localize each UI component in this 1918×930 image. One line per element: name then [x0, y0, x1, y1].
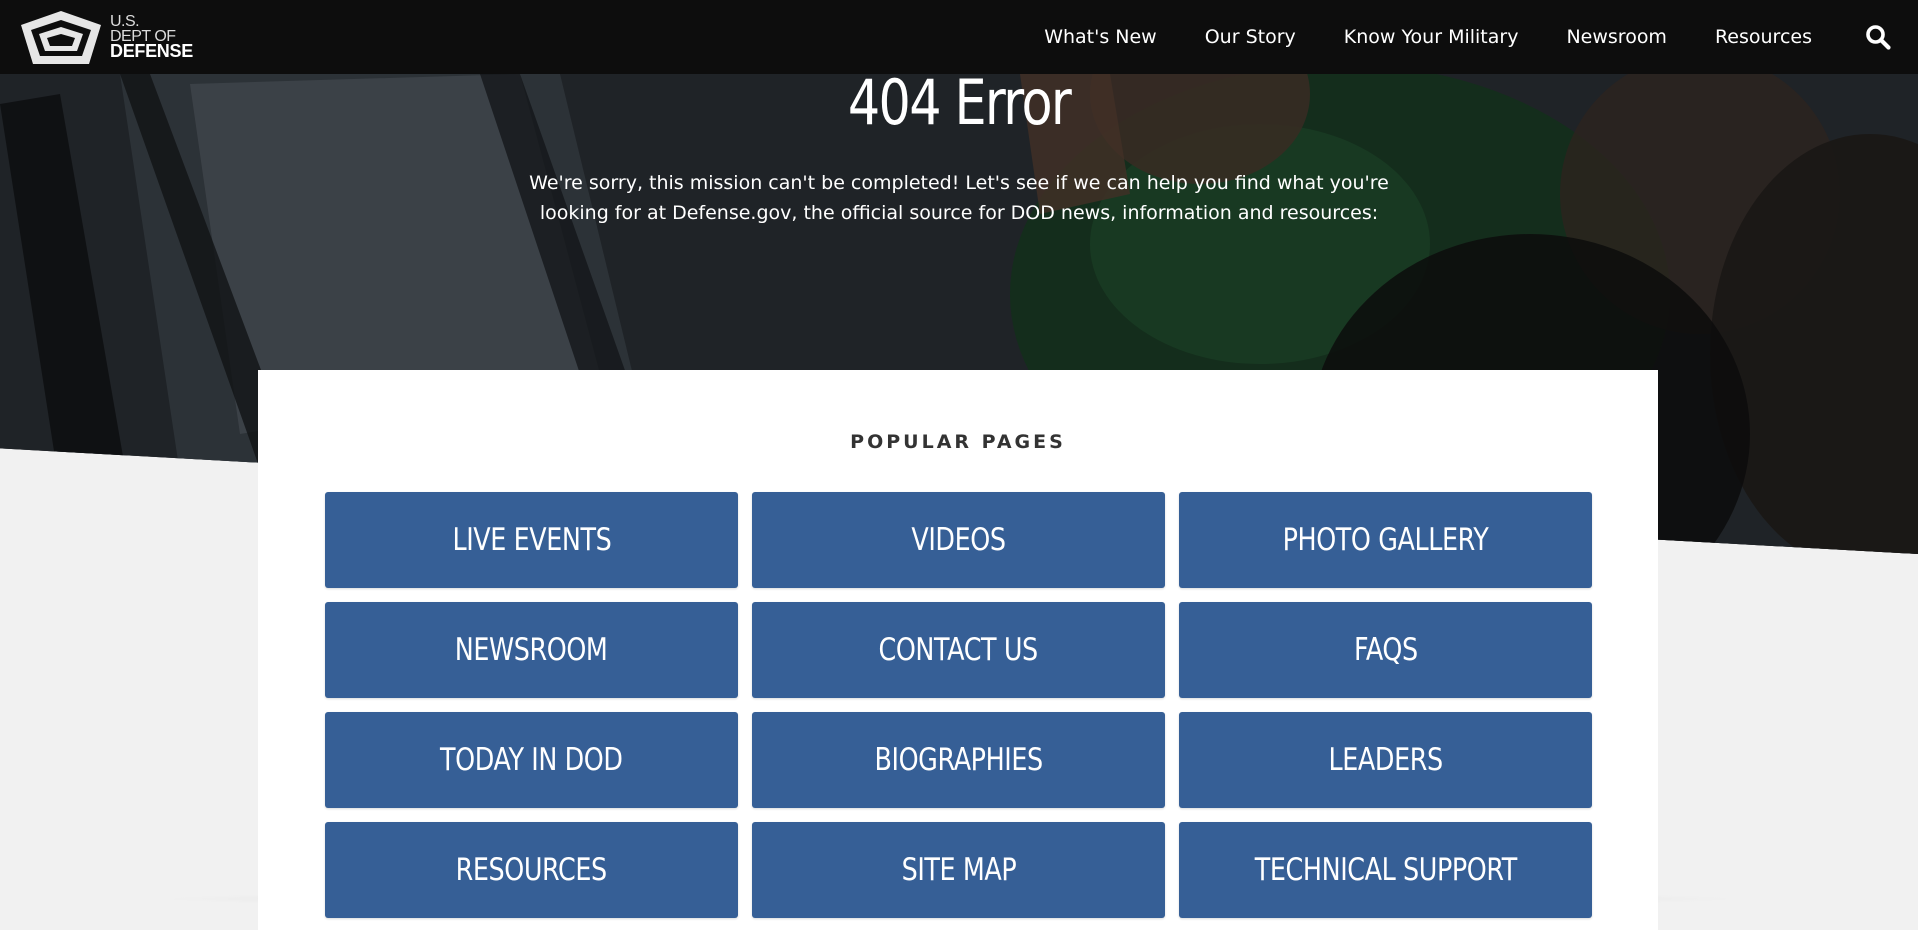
- logo-line-3: DEFENSE: [110, 41, 193, 61]
- main-nav: What's New Our Story Know Your Military …: [1044, 0, 1918, 74]
- tile-label: VIDEOS: [911, 522, 1006, 558]
- tile-label: CONTACT US: [878, 632, 1039, 668]
- link-photo-gallery[interactable]: PHOTO GALLERY: [1179, 492, 1592, 588]
- link-technical-support[interactable]: TECHNICAL SUPPORT: [1179, 822, 1592, 918]
- link-contact-us[interactable]: CONTACT US: [752, 602, 1165, 698]
- logo-text: U.S. DEPT OF DEFENSE: [110, 13, 193, 61]
- popular-pages-grid: LIVE EVENTS VIDEOS PHOTO GALLERY NEWSROO…: [325, 492, 1593, 918]
- pentagon-icon: [21, 11, 101, 64]
- link-biographies[interactable]: BIOGRAPHIES: [752, 712, 1165, 808]
- nav-resources[interactable]: Resources: [1715, 26, 1812, 48]
- nav-our-story[interactable]: Our Story: [1205, 26, 1296, 48]
- popular-pages-heading: POPULAR PAGES: [850, 431, 1066, 453]
- popular-pages-card: POPULAR PAGES LIVE EVENTS VIDEOS PHOTO G…: [258, 370, 1658, 930]
- link-faqs[interactable]: FAQS: [1179, 602, 1592, 698]
- search-button[interactable]: [1862, 21, 1894, 53]
- tile-label: RESOURCES: [455, 852, 608, 888]
- tile-label: BIOGRAPHIES: [874, 742, 1043, 778]
- search-icon: [1866, 25, 1891, 50]
- error-message: We're sorry, this mission can't be compl…: [529, 172, 1389, 224]
- site-header: U.S. DEPT OF DEFENSE What's New Our Stor…: [0, 0, 1918, 74]
- tile-label: LEADERS: [1328, 742, 1443, 778]
- nav-know-your-military[interactable]: Know Your Military: [1344, 26, 1519, 48]
- link-leaders[interactable]: LEADERS: [1179, 712, 1592, 808]
- link-resources[interactable]: RESOURCES: [325, 822, 738, 918]
- tile-label: TODAY IN DOD: [440, 742, 623, 778]
- tile-label: FAQS: [1353, 632, 1418, 668]
- link-videos[interactable]: VIDEOS: [752, 492, 1165, 588]
- link-site-map[interactable]: SITE MAP: [752, 822, 1165, 918]
- page-title: 404 Error: [847, 66, 1072, 139]
- tile-label: LIVE EVENTS: [452, 522, 611, 558]
- tile-label: PHOTO GALLERY: [1282, 522, 1489, 558]
- tile-label: SITE MAP: [901, 852, 1016, 888]
- link-today-in-dod[interactable]: TODAY IN DOD: [325, 712, 738, 808]
- dod-logo-link[interactable]: U.S. DEPT OF DEFENSE: [17, 8, 207, 66]
- tile-label: NEWSROOM: [455, 632, 608, 668]
- tile-label: TECHNICAL SUPPORT: [1254, 852, 1517, 888]
- link-live-events[interactable]: LIVE EVENTS: [325, 492, 738, 588]
- nav-newsroom[interactable]: Newsroom: [1566, 26, 1667, 48]
- nav-whats-new[interactable]: What's New: [1044, 26, 1157, 48]
- link-newsroom[interactable]: NEWSROOM: [325, 602, 738, 698]
- logo-line-1: U.S.: [110, 13, 140, 30]
